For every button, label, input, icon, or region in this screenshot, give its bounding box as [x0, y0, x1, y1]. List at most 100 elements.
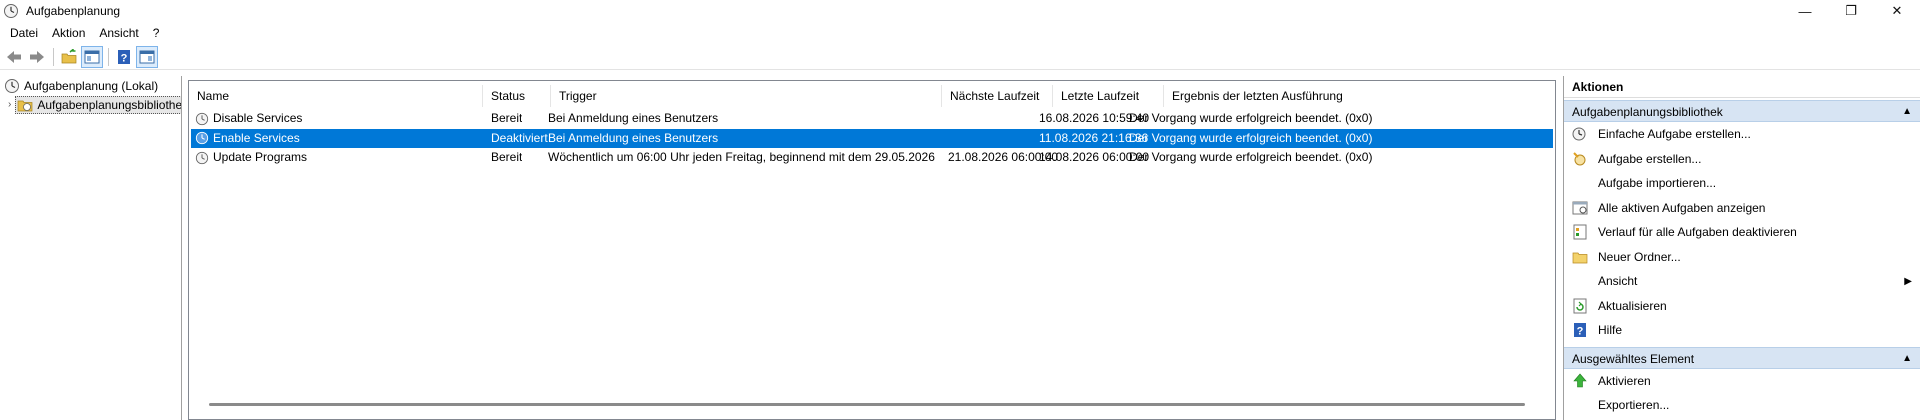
- section-label: Ausgewähltes Element: [1572, 351, 1695, 366]
- cell-result: Der Vorgang wurde erfolgreich beendet. (…: [1129, 150, 1373, 164]
- actions-section-selected-item[interactable]: Ausgewähltes Element ▲: [1564, 346, 1920, 370]
- action-enable[interactable]: Aktivieren: [1564, 369, 1920, 394]
- disable-history-icon: [1572, 224, 1588, 240]
- cell-name: Update Programs: [195, 148, 307, 167]
- import-task-icon: [1572, 175, 1588, 191]
- actions-section-library[interactable]: Aufgabenplanungsbibliothek ▲: [1564, 100, 1920, 122]
- svg-text:?: ?: [121, 52, 128, 64]
- cell-name: Enable Services: [195, 129, 300, 148]
- action-create-task[interactable]: Aufgabe erstellen...: [1564, 147, 1920, 172]
- column-header-next-run[interactable]: Nächste Laufzeit: [942, 85, 1053, 107]
- menu-datei[interactable]: Datei: [3, 22, 45, 44]
- action-create-basic-task[interactable]: Einfache Aufgabe erstellen...: [1564, 122, 1920, 147]
- console-tree: Aufgabenplanung (Lokal) › Aufgabenplanun…: [0, 76, 182, 420]
- action-label: Exportieren...: [1598, 398, 1670, 413]
- action-help[interactable]: ? Hilfe: [1564, 318, 1920, 343]
- new-folder-icon: [1572, 249, 1588, 265]
- cell-trigger: Wöchentlich um 06:00 Uhr jeden Freitag, …: [548, 150, 935, 164]
- action-label: Alle aktiven Aufgaben anzeigen: [1598, 200, 1766, 215]
- action-label: Neuer Ordner...: [1598, 249, 1681, 264]
- cell-status: Bereit: [491, 150, 523, 164]
- task-name: Enable Services: [213, 130, 300, 145]
- task-list: Name Status Trigger Nächste Laufzeit Let…: [188, 80, 1556, 420]
- tree-item-library[interactable]: › Aufgabenplanungsbibliothek: [0, 95, 181, 114]
- action-label: Ansicht: [1598, 274, 1638, 289]
- task-clock-icon: [195, 131, 209, 145]
- view-icon: [1572, 273, 1588, 289]
- folder-up-button[interactable]: [58, 46, 80, 68]
- show-hide-action-pane-button[interactable]: [136, 45, 158, 68]
- column-header-trigger[interactable]: Trigger: [551, 85, 942, 107]
- action-new-folder[interactable]: Neuer Ordner...: [1564, 245, 1920, 270]
- toolbar-separator: [53, 47, 54, 66]
- refresh-icon: [1572, 298, 1588, 314]
- column-header-status[interactable]: Status: [483, 85, 551, 107]
- task-scheduler-clock-icon: [4, 4, 18, 18]
- cell-result: Der Vorgang wurde erfolgreich beendet. (…: [1129, 111, 1373, 125]
- show-hide-action-pane-icon: [139, 50, 155, 63]
- running-tasks-icon: [1572, 200, 1588, 216]
- show-hide-console-tree-button[interactable]: [81, 45, 103, 68]
- back-button[interactable]: [3, 46, 25, 68]
- tree-item-label: Aufgabenplanungsbibliothek: [37, 97, 181, 112]
- action-label: Aktivieren: [1598, 373, 1651, 388]
- section-label: Aufgabenplanungsbibliothek: [1572, 105, 1723, 119]
- cell-trigger: Bei Anmeldung eines Benutzers: [548, 130, 719, 145]
- actions-pane: Aktionen Aufgabenplanungsbibliothek ▲ Ei…: [1563, 76, 1920, 420]
- menu-help[interactable]: ?: [146, 22, 167, 44]
- toolbar: ?: [0, 44, 1920, 70]
- help-button[interactable]: ?: [113, 46, 135, 68]
- window-controls: — ❐ ✕: [1782, 0, 1920, 22]
- action-label: Aufgabe importieren...: [1598, 176, 1717, 191]
- tree-item-selection: Aufgabenplanungsbibliothek: [15, 95, 181, 114]
- title-bar: Aufgabenplanung — ❐ ✕: [0, 0, 1920, 22]
- collapse-icon[interactable]: ▲: [1902, 348, 1912, 370]
- cell-trigger: Bei Anmeldung eines Benutzers: [548, 111, 719, 125]
- action-export[interactable]: Exportieren...: [1564, 393, 1920, 418]
- cell-status: Deaktiviert: [491, 130, 548, 145]
- cell-result: Der Vorgang wurde erfolgreich beendet. (…: [1129, 130, 1373, 145]
- enable-arrow-icon: [1572, 373, 1588, 389]
- close-button[interactable]: ✕: [1874, 0, 1920, 22]
- task-name: Update Programs: [213, 150, 308, 164]
- column-header-last-run[interactable]: Letzte Laufzeit: [1053, 85, 1164, 107]
- create-task-icon: [1572, 151, 1588, 167]
- svg-text:?: ?: [1577, 326, 1584, 338]
- task-name: Disable Services: [213, 111, 303, 125]
- action-label: Verlauf für alle Aufgaben deaktivieren: [1598, 225, 1797, 240]
- table-row[interactable]: Update Programs Bereit Wöchentlich um 06:0…: [191, 148, 1553, 167]
- tree-item-local[interactable]: Aufgabenplanung (Lokal): [0, 76, 181, 95]
- action-show-running-tasks[interactable]: Alle aktiven Aufgaben anzeigen: [1564, 196, 1920, 221]
- table-row[interactable]: Disable Services Bereit Bei Anmeldung eine…: [191, 109, 1553, 128]
- task-clock-icon: [195, 112, 209, 125]
- maximize-button[interactable]: ❐: [1828, 0, 1874, 22]
- action-label: Einfache Aufgabe erstellen...: [1598, 127, 1751, 142]
- help-icon: ?: [1572, 322, 1588, 338]
- column-header-last-result[interactable]: Ergebnis der letzten Ausführung: [1164, 85, 1464, 107]
- toolbar-separator: [108, 47, 109, 66]
- minimize-button[interactable]: —: [1782, 0, 1828, 22]
- chevron-right-icon[interactable]: ›: [8, 99, 11, 110]
- task-clock-icon: [195, 151, 209, 164]
- action-label: Aufgabe erstellen...: [1598, 151, 1702, 166]
- help-icon: ?: [118, 49, 130, 64]
- action-refresh[interactable]: Aktualisieren: [1564, 294, 1920, 319]
- menu-ansicht[interactable]: Ansicht: [92, 22, 145, 44]
- clock-icon: [5, 78, 19, 93]
- menu-aktion[interactable]: Aktion: [45, 22, 92, 44]
- forward-button[interactable]: [26, 46, 48, 68]
- export-icon: [1572, 397, 1588, 413]
- action-view[interactable]: Ansicht ▶: [1564, 269, 1920, 294]
- table-row[interactable]: Enable Services Deaktiviert Bei Anmeldung …: [191, 128, 1553, 148]
- collapse-icon[interactable]: ▲: [1902, 101, 1912, 123]
- forward-icon: [30, 50, 44, 63]
- column-header-name[interactable]: Name: [189, 85, 483, 107]
- action-label: Hilfe: [1598, 323, 1623, 338]
- folder-clock-icon: [17, 100, 33, 111]
- action-disable-history[interactable]: Verlauf für alle Aufgaben deaktivieren: [1564, 220, 1920, 245]
- horizontal-scrollbar[interactable]: [209, 403, 1525, 406]
- actions-title: Aktionen: [1564, 76, 1920, 98]
- tree-item-label: Aufgabenplanung (Lokal): [24, 78, 159, 93]
- menu-bar: Datei Aktion Ansicht ?: [0, 22, 1920, 44]
- action-import-task[interactable]: Aufgabe importieren...: [1564, 171, 1920, 196]
